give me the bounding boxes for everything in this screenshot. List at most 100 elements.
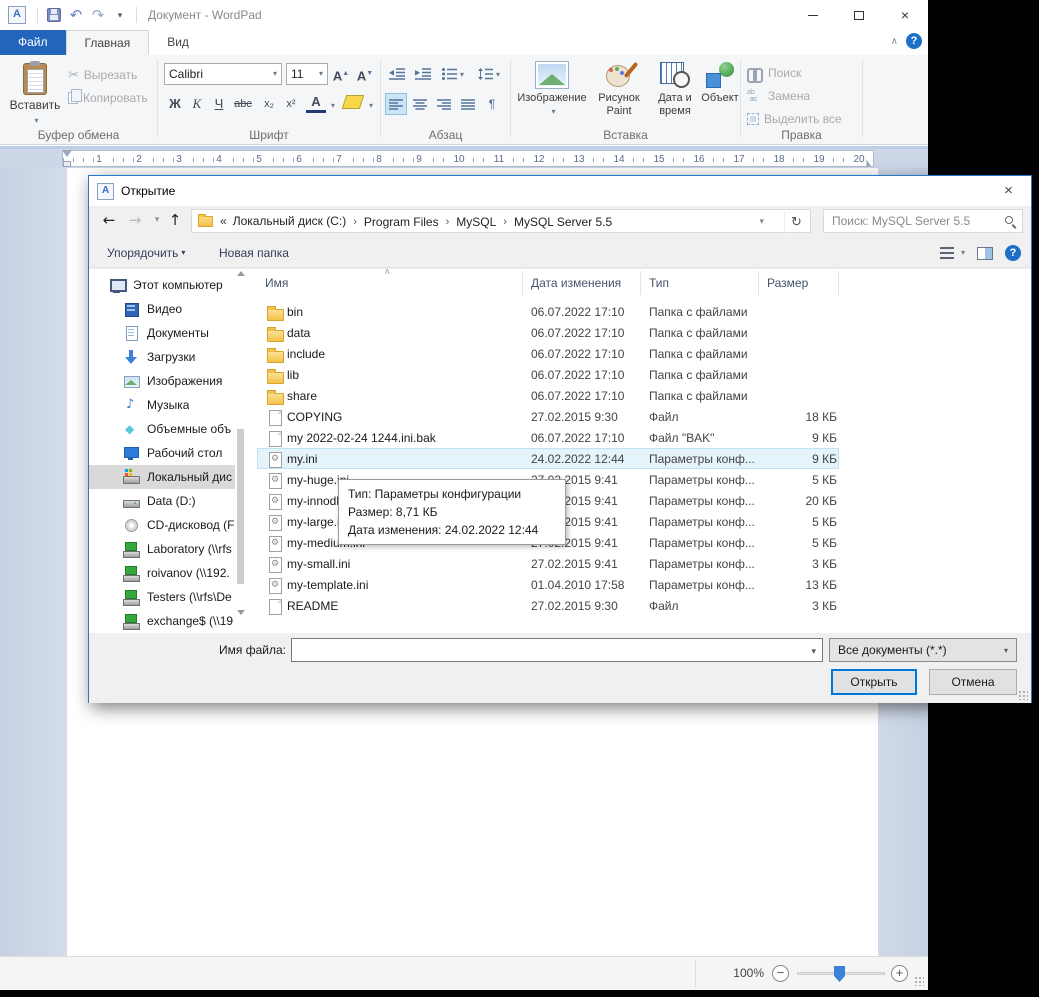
file-row[interactable]: my-small.ini 27.02.2015 9:41 Параметры к…	[257, 553, 839, 574]
increase-indent-button[interactable]	[411, 63, 435, 85]
font-family-select[interactable]: Calibri▾	[164, 63, 282, 85]
highlight-color-button[interactable]	[342, 95, 365, 109]
dialog-close-button[interactable]: ×	[986, 176, 1031, 205]
address-dropdown-icon[interactable]: ▾	[759, 216, 764, 227]
align-right-button[interactable]	[433, 93, 455, 115]
sidebar-item[interactable]: Data (D:)	[89, 489, 235, 513]
underline-button[interactable]: Ч	[208, 93, 230, 115]
paragraph-settings-button[interactable]: ¶	[481, 93, 503, 115]
sidebar-item[interactable]: exchange$ (\\19	[89, 609, 235, 633]
dialog-help-button[interactable]: ?	[999, 241, 1027, 265]
collapse-ribbon-icon[interactable]: ∧	[891, 36, 898, 47]
breadcrumb-item[interactable]: › Program Files	[346, 215, 438, 229]
zoom-out-button[interactable]: −	[772, 965, 789, 982]
sidebar-item[interactable]: Документы	[89, 321, 235, 345]
zoom-in-button[interactable]: +	[891, 965, 908, 982]
chevron-down-icon[interactable]: ▾	[369, 101, 373, 110]
file-row[interactable]: my-template.ini 01.04.2010 17:58 Парамет…	[257, 574, 839, 595]
scroll-up-icon[interactable]	[237, 271, 245, 276]
strikethrough-button[interactable]: abc	[230, 93, 256, 115]
filename-input[interactable]	[296, 641, 796, 659]
address-bar[interactable]: « › Локальный диск (C:) › Program Files …	[191, 209, 811, 233]
sidebar-item[interactable]: Объемные объ	[89, 417, 235, 441]
cut-button[interactable]: ✂ Вырезать	[68, 65, 137, 85]
select-all-button[interactable]: Выделить все	[747, 109, 842, 129]
align-left-button[interactable]	[385, 93, 407, 115]
sidebar-item[interactable]: Этот компьютер	[89, 273, 235, 297]
list-button[interactable]: ▾	[437, 63, 469, 85]
chevron-down-icon[interactable]: ▾	[331, 101, 335, 110]
scrollbar-thumb[interactable]	[237, 429, 244, 584]
sidebar-item[interactable]: Рабочий стол	[89, 441, 235, 465]
justify-button[interactable]	[457, 93, 479, 115]
sidebar-item[interactable]: Локальный дис	[89, 465, 235, 489]
bold-button[interactable]: Ж	[164, 93, 186, 115]
qat-customize-button[interactable]: ▾	[109, 3, 131, 27]
ribbon-tab[interactable]: Главная	[66, 30, 150, 55]
column-header[interactable]: Размер	[759, 271, 839, 295]
cancel-button[interactable]: Отмена	[929, 669, 1017, 695]
change-view-button[interactable]: ▾	[934, 241, 971, 265]
file-row[interactable]: README 27.02.2015 9:30 Файл 3 КБ	[257, 595, 839, 616]
back-button[interactable]: ←	[97, 207, 121, 233]
new-folder-button[interactable]: Новая папка	[213, 241, 295, 265]
column-header[interactable]: Дата изменения	[523, 271, 641, 295]
shrink-font-button[interactable]: А▼	[354, 63, 376, 85]
resize-grip[interactable]	[914, 976, 924, 986]
redo-button[interactable]: ↷	[87, 3, 109, 27]
refresh-button[interactable]: ↻	[784, 211, 808, 233]
minimize-button[interactable]	[790, 0, 836, 30]
zoom-slider-thumb[interactable]	[834, 966, 845, 982]
find-button[interactable]: Поиск	[747, 63, 801, 83]
sort-ascending-icon[interactable]: ∧	[384, 269, 391, 277]
open-button[interactable]: Открыть	[831, 669, 917, 695]
paste-button[interactable]: Вставить ▾	[8, 61, 62, 135]
column-header[interactable]: Тип	[641, 271, 759, 295]
sidebar-item[interactable]: Загрузки	[89, 345, 235, 369]
font-size-select[interactable]: 11▾	[286, 63, 328, 85]
grow-font-button[interactable]: А▲	[330, 63, 352, 85]
organize-button[interactable]: Упорядочить ▾	[101, 241, 191, 265]
file-row[interactable]: my 2022-02-24 1244.ini.bak 06.07.2022 17…	[257, 427, 839, 448]
help-icon[interactable]: ?	[906, 33, 922, 49]
file-row[interactable]: COPYING 27.02.2015 9:30 Файл 18 КБ	[257, 406, 839, 427]
undo-button[interactable]: ↶	[65, 3, 87, 27]
search-input[interactable]	[830, 212, 998, 230]
chevron-down-icon[interactable]: ▾	[811, 646, 816, 657]
dialog-resize-grip[interactable]	[1018, 690, 1028, 700]
sidebar-item[interactable]: Музыка	[89, 393, 235, 417]
indent-marker-bottom[interactable]	[63, 161, 71, 167]
superscript-button[interactable]: x²	[280, 93, 302, 115]
font-color-button[interactable]: А	[306, 93, 326, 113]
preview-pane-button[interactable]	[971, 241, 999, 265]
file-row[interactable]: share 06.07.2022 17:10 Папка с файлами	[257, 385, 839, 406]
breadcrumb-item[interactable]: › MySQL Server 5.5	[496, 215, 612, 229]
replace-button[interactable]: Замена	[747, 86, 810, 106]
close-button[interactable]: ×	[882, 0, 928, 30]
file-row[interactable]: include 06.07.2022 17:10 Папка с файлами	[257, 343, 839, 364]
scroll-down-icon[interactable]	[237, 610, 245, 615]
indent-marker-top[interactable]	[62, 150, 72, 157]
subscript-button[interactable]: x₂	[258, 93, 280, 115]
ribbon-tab[interactable]: Вид	[149, 30, 207, 55]
file-row[interactable]: my.ini 24.02.2022 12:44 Параметры конф..…	[257, 448, 839, 469]
sidebar-scrollbar[interactable]	[235, 271, 246, 629]
up-button[interactable]: ↑	[163, 207, 187, 233]
sidebar-item[interactable]: Изображения	[89, 369, 235, 393]
ribbon-tab[interactable]: Файл	[0, 30, 66, 55]
sidebar-item[interactable]: Laboratory (\\rfs	[89, 537, 235, 561]
forward-button[interactable]: →	[123, 207, 147, 233]
file-row[interactable]: bin 06.07.2022 17:10 Папка с файлами	[257, 301, 839, 322]
line-spacing-button[interactable]: ▾	[473, 63, 505, 85]
save-button[interactable]	[43, 3, 65, 27]
zoom-slider[interactable]	[797, 972, 885, 975]
align-center-button[interactable]	[409, 93, 431, 115]
decrease-indent-button[interactable]	[385, 63, 409, 85]
sidebar-item[interactable]: Видео	[89, 297, 235, 321]
sidebar-item[interactable]: roivanov (\\192.	[89, 561, 235, 585]
breadcrumb-item[interactable]: › Локальный диск (C:)	[233, 214, 347, 228]
filetype-select[interactable]: Все документы (*.*) ▾	[829, 638, 1017, 662]
italic-button[interactable]: К	[186, 93, 208, 115]
sidebar-item[interactable]: Testers (\\rfs\De	[89, 585, 235, 609]
sidebar-item[interactable]: CD-дисковод (F:	[89, 513, 235, 537]
